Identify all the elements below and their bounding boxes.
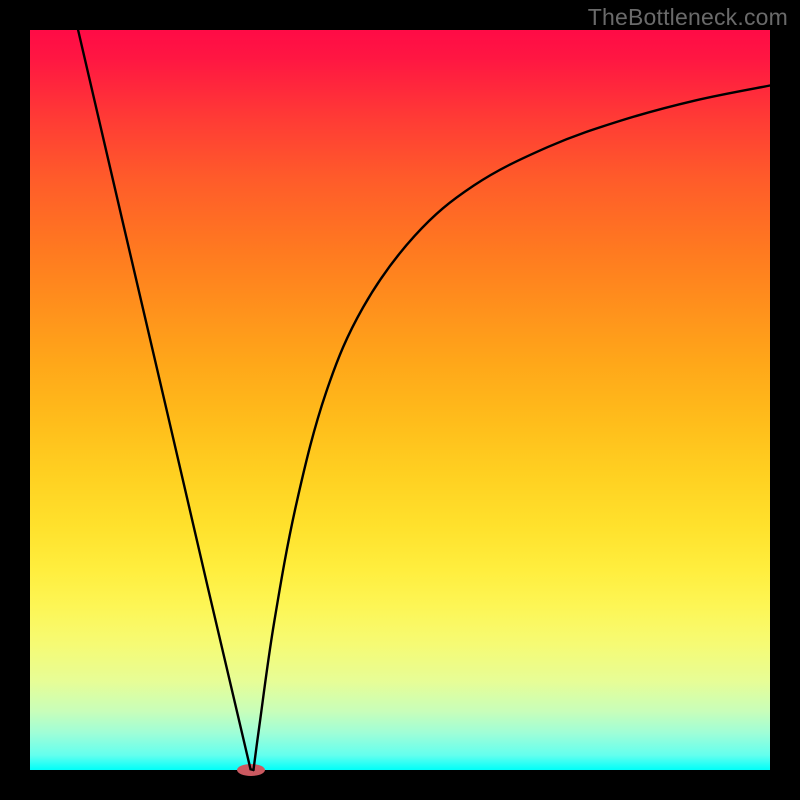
- plot-area: [30, 30, 770, 770]
- chart-container: TheBottleneck.com: [0, 0, 800, 800]
- curve-left-branch: [78, 30, 253, 770]
- curve-svg: [30, 30, 770, 770]
- watermark-text: TheBottleneck.com: [588, 4, 788, 31]
- curve-right-branch: [253, 86, 770, 771]
